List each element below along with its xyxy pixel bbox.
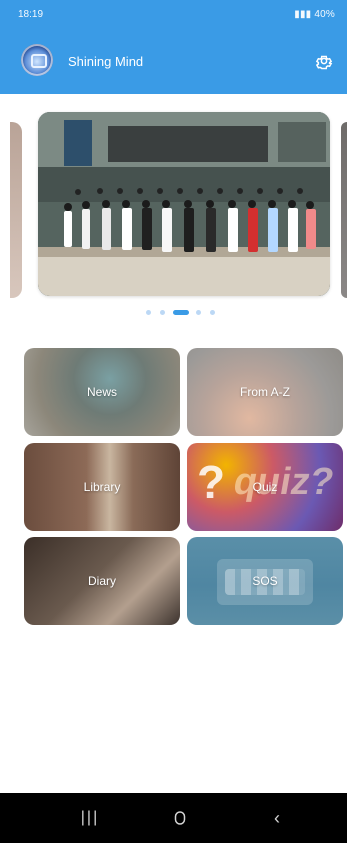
menu-tile-label: SOS: [252, 574, 278, 588]
carousel-dot[interactable]: [196, 310, 201, 315]
top-header: 18:19 ▮▮▮ 40% Shining Mind: [0, 0, 347, 94]
menu-tile-label: Quiz: [252, 480, 278, 494]
battery-percent: 40%: [314, 9, 335, 20]
carousel-dot[interactable]: [160, 310, 165, 315]
back-button[interactable]: ‹: [264, 805, 290, 831]
back-icon: ‹: [274, 807, 280, 828]
home-button[interactable]: [167, 805, 193, 831]
menu-tile-label: From A-Z: [240, 385, 290, 399]
menu-tile-news[interactable]: News: [24, 348, 180, 436]
school-logo-icon: [21, 44, 53, 76]
carousel-next-peek[interactable]: [341, 122, 347, 298]
menu-tile-library[interactable]: Library: [24, 443, 180, 531]
photo-carousel[interactable]: [0, 112, 347, 298]
recent-apps-button[interactable]: |||: [77, 805, 103, 831]
carousel-dot-active[interactable]: [173, 310, 189, 315]
status-right: ▮▮▮ 40%: [294, 9, 335, 20]
settings-button[interactable]: [315, 52, 333, 70]
app-bar: Shining Mind: [0, 40, 347, 86]
recent-apps-icon: |||: [80, 809, 100, 826]
menu-tile-quiz[interactable]: ? quiz? Quiz: [187, 443, 343, 531]
menu-tile-label: Diary: [87, 574, 116, 588]
carousel-dot[interactable]: [210, 310, 215, 315]
system-nav-bar: ||| ‹: [0, 793, 347, 843]
menu-tile-label: News: [86, 385, 117, 399]
carousel-indicator: [0, 308, 347, 318]
carousel-prev-peek[interactable]: [10, 122, 22, 298]
menu-tile-sos[interactable]: SOS: [187, 537, 343, 625]
home-icon: [174, 811, 186, 825]
menu-tile-label: Library: [83, 480, 121, 494]
carousel-photo[interactable]: [38, 112, 330, 296]
status-time: 18:19: [18, 9, 44, 20]
group-photo: [38, 112, 330, 296]
signal-icon: ▮▮▮: [294, 9, 312, 20]
status-bar: 18:19 ▮▮▮ 40%: [0, 0, 347, 28]
gear-icon: [315, 55, 333, 70]
app-title: Shining Mind: [68, 54, 144, 69]
carousel-dot[interactable]: [146, 310, 151, 315]
menu-tile-diary[interactable]: Diary: [24, 537, 180, 625]
menu-tile-from-a-z[interactable]: From A-Z: [187, 348, 343, 436]
